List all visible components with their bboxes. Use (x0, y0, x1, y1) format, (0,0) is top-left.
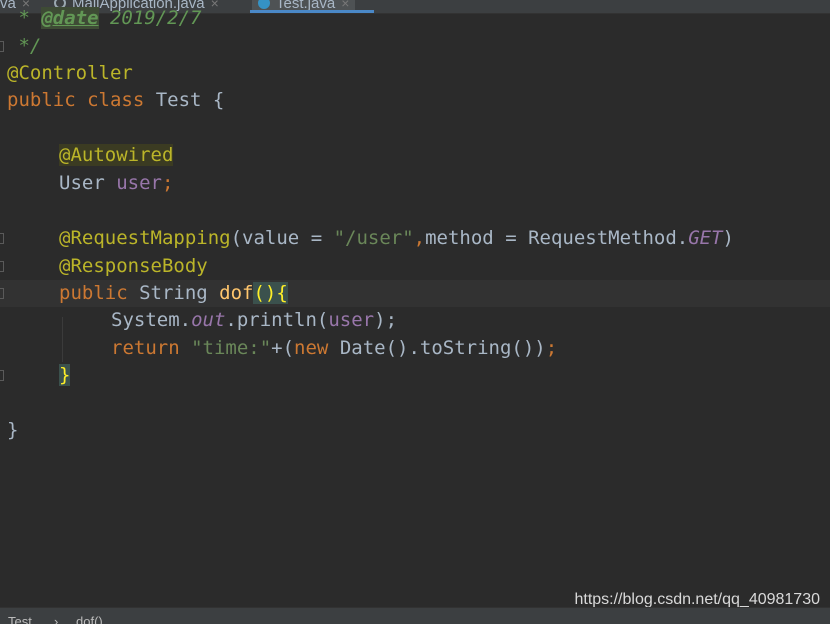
fold-marker-icon[interactable] (0, 233, 4, 244)
code-line: return "time:"+(new Date().toString()); (111, 337, 558, 359)
code-line: } (7, 419, 19, 441)
code-line: @Autowired (59, 144, 174, 166)
fold-marker-icon[interactable] (0, 370, 4, 381)
code-line: User user; (59, 172, 174, 194)
code-line: */ (0, 33, 830, 60)
code-line: @RequestMapping(value = "/user",method =… (0, 225, 830, 252)
code-line-current: public String dof(){ (0, 280, 830, 307)
code-line: @ResponseBody (0, 253, 830, 280)
breadcrumb: Test › dof() (0, 607, 830, 624)
code-line: System.out.println(user); (111, 309, 398, 331)
fold-marker-icon[interactable] (0, 261, 4, 272)
fold-marker-icon[interactable] (0, 288, 4, 299)
code-line: * @date 2019/2/7 (7, 7, 202, 29)
code-line: @Controller (7, 62, 133, 84)
code-editor[interactable]: * @date 2019/2/7 */ @Controller public c… (0, 7, 830, 606)
fold-marker-icon[interactable] (0, 41, 4, 52)
code-line: } (0, 362, 830, 389)
code-line: public class Test { (7, 89, 225, 111)
